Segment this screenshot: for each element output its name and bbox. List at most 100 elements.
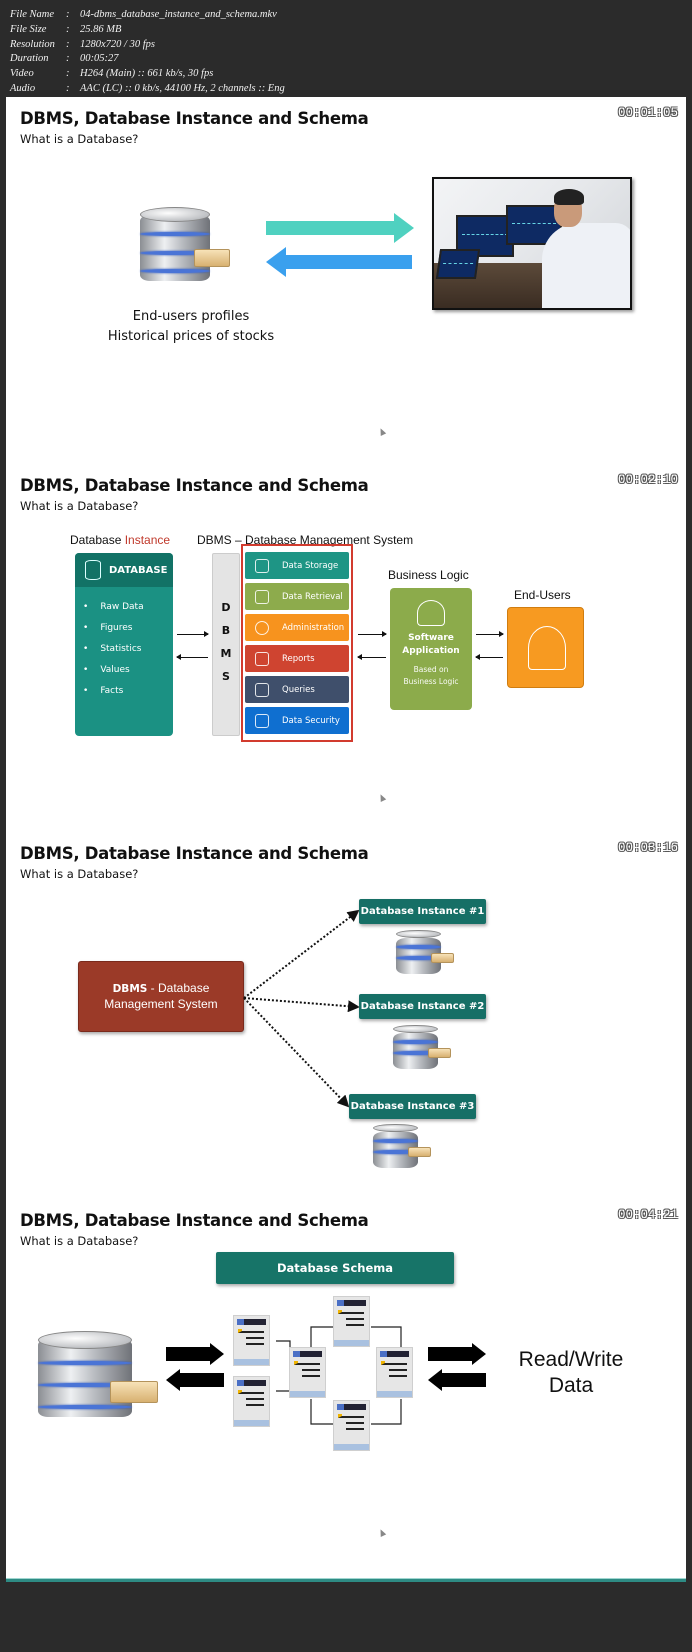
dotted-connectors xyxy=(243,909,360,1108)
database-icon xyxy=(393,1025,451,1071)
user-at-laptop-icon xyxy=(528,626,566,670)
slide-subtitle: What is a Database? xyxy=(20,499,139,513)
business-logic-label: Business Logic xyxy=(388,568,469,582)
file-info-row: File Size:25.86 MB xyxy=(10,23,285,38)
file-info-row: File Name:04-dbms_database_instance_and_… xyxy=(10,8,285,23)
label-line: Data xyxy=(548,1374,594,1397)
relation-line xyxy=(310,1326,334,1349)
file-info-key: Resolution xyxy=(10,38,55,50)
file-info-key: Video xyxy=(10,68,34,80)
file-info-value: AAC (LC) :: 0 kb/s, 44100 Hz, 2 channels… xyxy=(80,82,285,94)
file-info-key: Audio xyxy=(10,82,36,94)
mouse-cursor-icon xyxy=(377,793,387,802)
app-title: Application xyxy=(402,646,460,656)
file-info-separator: : xyxy=(66,68,70,80)
arrow-right-icon xyxy=(476,631,504,637)
database-icon xyxy=(373,1124,431,1170)
function-label: Data Storage xyxy=(282,560,339,571)
file-info-row: Audio: AAC (LC) :: 0 kb/s, 44100 Hz, 2 ch… xyxy=(10,82,285,97)
function-label: Queries xyxy=(282,684,315,695)
dbms-box-text: - Database xyxy=(147,981,210,995)
dbms-box-bold: DBMS xyxy=(112,983,148,995)
database-box-header: DATABASE xyxy=(75,553,173,587)
caption-line: End-users profiles xyxy=(132,309,250,324)
slide-title: DBMS, Database Instance and Schema xyxy=(20,1211,369,1230)
function-administration: Administration xyxy=(245,614,349,641)
function-label: Reports xyxy=(282,653,315,664)
read-write-arrows-left xyxy=(166,1343,224,1391)
function-queries: Queries xyxy=(245,676,349,703)
function-reports: Reports xyxy=(245,645,349,672)
file-info-value: 00:05:27 xyxy=(80,53,119,65)
mouse-cursor-icon xyxy=(377,427,387,436)
dbms-letter: S xyxy=(222,670,230,683)
timestamp: 00:04:21 xyxy=(617,1208,678,1222)
list-item: Facts xyxy=(83,681,173,702)
database-instance-1: Database Instance #1 xyxy=(359,899,486,924)
database-instance-2: Database Instance #2 xyxy=(359,994,486,1019)
file-info-key: File Name xyxy=(10,9,55,20)
read-write-label: Read/Write Data xyxy=(506,1347,636,1399)
file-info-separator: : xyxy=(66,38,70,50)
database-schema-header: Database Schema xyxy=(216,1252,454,1284)
relation-line xyxy=(371,1399,402,1425)
label-highlight: Instance xyxy=(124,533,171,547)
slide-subtitle: What is a Database? xyxy=(20,1234,139,1248)
database-caption: End-users profiles Historical prices of … xyxy=(96,307,286,347)
database-icon xyxy=(85,560,101,580)
file-info-separator: : xyxy=(66,23,70,35)
arrow-right-icon xyxy=(266,213,414,243)
arrow-left-icon xyxy=(428,1369,486,1391)
file-info-key: Duration xyxy=(10,53,49,65)
list-item: Figures xyxy=(83,618,173,639)
end-users-box xyxy=(507,607,584,688)
file-info-value: 04-dbms_database_instance_and_schema.mkv xyxy=(80,9,277,20)
list-item: Statistics xyxy=(83,639,173,660)
connector-1 xyxy=(243,909,360,999)
database-icon xyxy=(140,207,230,291)
slide-title: DBMS, Database Instance and Schema xyxy=(20,476,369,495)
schema-table xyxy=(289,1347,326,1398)
slide-subtitle: What is a Database? xyxy=(20,132,139,146)
file-info-value: 1280x720 / 30 fps xyxy=(80,38,155,50)
slide-title: DBMS, Database Instance and Schema xyxy=(20,109,369,128)
connector-3 xyxy=(243,997,350,1108)
file-info-separator: : xyxy=(66,82,70,94)
database-icon xyxy=(38,1331,158,1431)
slide-thumbnail-1: DBMS, Database Instance and Schema What … xyxy=(6,97,686,480)
schema-table xyxy=(333,1296,370,1347)
schema-table xyxy=(233,1376,270,1427)
app-title: Software xyxy=(408,633,454,643)
file-info-row: Duration:00:05:27 xyxy=(10,52,285,67)
file-info-key: File Size xyxy=(10,23,47,35)
timestamp: 00:02:10 xyxy=(617,473,678,487)
end-users-label: End-Users xyxy=(514,588,571,602)
function-data-retrieval: Data Retrieval xyxy=(245,583,349,610)
database-instance-3: Database Instance #3 xyxy=(349,1094,476,1119)
function-label: Data Security xyxy=(282,715,340,726)
function-label: Data Retrieval xyxy=(282,591,343,602)
file-info-panel: File Name:04-dbms_database_instance_and_… xyxy=(10,8,285,97)
slide-subtitle: What is a Database? xyxy=(20,867,139,881)
label-text: Database xyxy=(70,533,125,547)
report-chart-icon xyxy=(255,651,269,666)
arrow-left-icon xyxy=(357,654,386,660)
function-label: Administration xyxy=(282,622,345,633)
dbms-column: D B M S xyxy=(212,553,240,736)
app-subtitle: Business Logic xyxy=(403,677,459,686)
arrow-left-icon xyxy=(266,247,412,277)
server-search-icon xyxy=(255,589,269,604)
file-info-separator: : xyxy=(66,53,70,65)
file-info-value: H264 (Main) :: 661 kb/s, 30 fps xyxy=(80,68,214,80)
relation-line xyxy=(371,1326,402,1349)
dbms-letter: D xyxy=(221,601,231,614)
slide-thumbnail-2: DBMS, Database Instance and Schema What … xyxy=(6,464,686,847)
app-subtitle: Based on xyxy=(413,665,449,674)
connector-2 xyxy=(243,997,360,1013)
schema-table xyxy=(376,1347,413,1398)
function-data-security: Data Security xyxy=(245,707,349,734)
dbms-box-text: Management System xyxy=(104,997,218,1011)
arrow-right-icon xyxy=(177,631,209,637)
dbms-letter: B xyxy=(221,624,231,637)
arrow-left-icon xyxy=(166,1369,224,1391)
